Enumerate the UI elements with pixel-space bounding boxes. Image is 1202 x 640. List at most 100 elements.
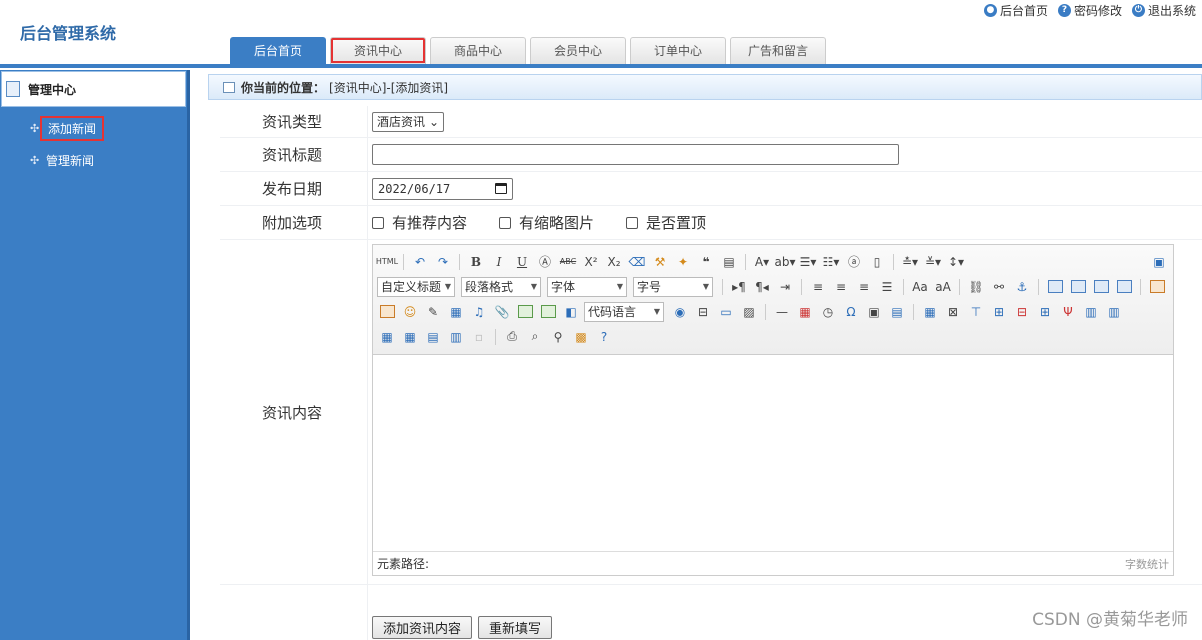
format-brush-icon[interactable]: ⚒ [650,252,670,272]
word-image-icon[interactable]: ▤ [887,302,907,322]
rtl-icon[interactable]: ¶◂ [752,277,772,297]
search-replace-icon[interactable]: ⚲ [548,327,568,347]
time-icon[interactable]: ◷ [818,302,838,322]
merge-cells-icon[interactable]: ▥ [1081,302,1101,322]
merge-down-icon[interactable]: ▦ [377,327,397,347]
snapscreen-icon[interactable]: ▣ [864,302,884,322]
line-height-icon[interactable]: ↕▾ [946,252,966,272]
insert-image-icon[interactable] [1147,277,1167,297]
special-char-icon[interactable]: Ω [841,302,861,322]
video-icon[interactable]: ▦ [446,302,466,322]
date-input[interactable]: 2022/06/17 [372,177,513,200]
image-left-icon[interactable] [1045,277,1065,297]
reset-button[interactable]: 重新填写 [478,616,553,639]
redo-icon[interactable]: ↷ [433,252,453,272]
scrawl-icon[interactable]: ✎ [423,302,443,322]
tab-members[interactable]: 会员中心 [530,37,626,64]
delete-row-icon[interactable]: ⊟ [1012,302,1032,322]
clear-doc-icon[interactable]: ▯ [867,252,887,272]
split-cells-icon[interactable]: ▦ [400,327,420,347]
html-source-button[interactable]: HTML [376,252,398,272]
option-recommend[interactable]: 有推荐内容 [372,212,467,233]
heading-select[interactable]: 自定义标题 ▼ [377,276,455,297]
calendar-icon[interactable] [495,183,507,194]
checkbox-recommend[interactable] [372,216,384,229]
date-icon[interactable]: ▦ [795,302,815,322]
ordered-list-icon[interactable]: ☰▾ [798,252,818,272]
insert-col-icon[interactable]: ⊞ [1035,302,1055,322]
font-color-icon[interactable]: A▾ [752,252,772,272]
map-icon[interactable] [515,302,535,322]
unordered-list-icon[interactable]: ☷▾ [821,252,841,272]
font-family-select[interactable]: 字体 ▼ [547,276,627,297]
ltr-icon[interactable]: ▸¶ [729,277,749,297]
align-center-icon[interactable]: ≡ [831,277,851,297]
underline-icon[interactable]: U [512,252,532,272]
split-rows-icon[interactable]: ▤ [423,327,443,347]
tab-home[interactable]: 后台首页 [230,37,326,64]
music-icon[interactable]: ♫ [469,302,489,322]
template-icon[interactable]: ▭ [716,302,736,322]
image-none-icon[interactable] [1091,277,1111,297]
image-right-icon[interactable] [1068,277,1088,297]
attachment-icon[interactable]: 📎 [492,302,512,322]
drafts-icon[interactable]: ▩ [571,327,591,347]
lowercase-icon[interactable]: aA [933,277,953,297]
page-break-icon[interactable]: ⊟ [693,302,713,322]
code-language-select[interactable]: 代码语言 ▼ [584,301,664,322]
delete-table-icon[interactable]: ⊠ [943,302,963,322]
undo-icon[interactable]: ↶ [410,252,430,272]
web-app-icon[interactable]: ◉ [670,302,690,322]
font-size-select[interactable]: 字号 ▼ [633,276,713,297]
submit-button[interactable]: 添加资讯内容 [372,616,473,639]
unlink-icon[interactable]: ⚯ [989,277,1009,297]
select-all-icon[interactable]: ⓐ [844,252,864,272]
superscript-icon[interactable]: X² [581,252,601,272]
split-cols-icon[interactable]: ▥ [446,327,466,347]
insert-caption-icon[interactable]: ⊤ [966,302,986,322]
paste-text-icon[interactable]: ▤ [719,252,739,272]
checkbox-top[interactable] [626,216,639,229]
editor-content-area[interactable] [373,355,1173,551]
print-icon[interactable]: ⎙ [502,327,522,347]
row-spacing-bottom-icon[interactable]: ≚▾ [923,252,943,272]
italic-icon[interactable]: I [489,252,509,272]
bold-icon[interactable]: B [466,252,486,272]
align-right-icon[interactable]: ≡ [854,277,874,297]
font-border-icon[interactable]: Ⓐ [535,252,555,272]
insert-table-icon[interactable]: ▦ [920,302,940,322]
horizontal-rule-icon[interactable]: — [772,302,792,322]
image-center-icon[interactable] [1114,277,1134,297]
row-spacing-top-icon[interactable]: ≛▾ [900,252,920,272]
insert-row-icon[interactable]: ⊞ [989,302,1009,322]
anchor-icon[interactable]: ⚓ [1012,277,1032,297]
multi-image-icon[interactable] [377,302,397,322]
tab-news[interactable]: 资讯中心 [330,37,426,64]
preview-icon[interactable]: ⌕ [525,327,545,347]
indent-icon[interactable]: ⇥ [775,277,795,297]
gmap-icon[interactable] [538,302,558,322]
align-justify-icon[interactable]: ☰ [877,277,897,297]
toplink-logout[interactable]: ⏻ 退出系统 [1131,2,1196,19]
title-input[interactable] [372,144,899,165]
merge-right-icon[interactable]: ▥ [1104,302,1124,322]
insert-frame-icon[interactable]: ◧ [561,302,581,322]
help-icon[interactable]: ? [594,327,614,347]
tab-orders[interactable]: 订单中心 [630,37,726,64]
chart-icon[interactable]: ▫ [469,327,489,347]
type-select[interactable]: 酒店资讯 ⌄ [372,111,445,132]
emotion-icon[interactable]: ☺ [400,302,420,322]
subscript-icon[interactable]: X₂ [604,252,624,272]
auto-format-icon[interactable]: ✦ [673,252,693,272]
delete-col-icon[interactable]: Ψ [1058,302,1078,322]
toplink-password[interactable]: ? 密码修改 [1057,2,1122,19]
strikethrough-icon[interactable]: ABC [558,252,578,272]
toplink-home[interactable]: ● 后台首页 [983,2,1048,19]
tab-ads[interactable]: 广告和留言 [730,37,826,64]
link-icon[interactable]: ⛓ [966,277,986,297]
paragraph-select[interactable]: 段落格式 ▼ [461,276,541,297]
checkbox-thumbnail[interactable] [499,216,512,229]
option-thumbnail[interactable]: 有缩略图片 [499,212,594,233]
background-icon[interactable]: ▨ [739,302,759,322]
sidebar-item-manage-news[interactable]: ✣ 管理新闻 [30,149,187,171]
